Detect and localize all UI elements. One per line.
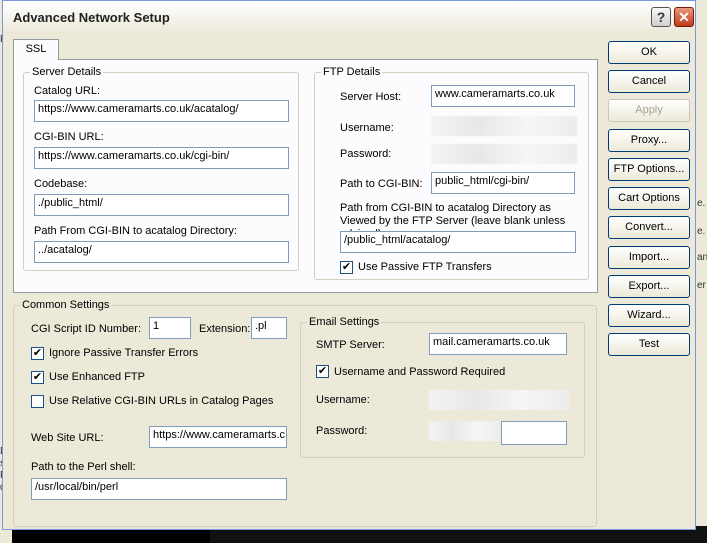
ftp-password-label: Password:: [340, 148, 392, 160]
extension-label: Extension:: [199, 323, 251, 335]
ftp-details-legend: FTP Details: [323, 66, 381, 78]
use-enhanced-ftp-label: Use Enhanced FTP: [49, 371, 145, 383]
background-logo-fragment: [225, 528, 435, 543]
convert-button[interactable]: Convert...: [608, 216, 690, 239]
question-mark-icon: ?: [656, 9, 666, 25]
web-site-url-input[interactable]: https://www.cameramarts.c: [149, 426, 287, 448]
email-password-label: Password:: [316, 425, 368, 437]
email-username-input-redacted[interactable]: [429, 390, 569, 410]
path-to-cgi-bin-label: Path to CGI-BIN:: [340, 178, 423, 190]
server-host-label: Server Host:: [340, 91, 402, 103]
ignore-passive-label: Ignore Passive Transfer Errors: [49, 347, 199, 359]
path-cgi-to-catalog-ftp-input[interactable]: /public_html/acatalog/: [340, 231, 576, 253]
cgi-bin-url-label: CGI-BIN URL:: [34, 131, 104, 143]
email-password-blur-redacted: [429, 421, 501, 441]
test-button[interactable]: Test: [608, 333, 690, 356]
web-site-url-label: Web Site URL:: [31, 432, 104, 444]
close-x-icon: ✕: [678, 9, 690, 25]
tab-ssl[interactable]: SSL: [13, 39, 59, 60]
export-button[interactable]: Export...: [608, 275, 690, 298]
use-passive-label: Use Passive FTP Transfers: [358, 261, 492, 273]
ignore-passive-checkbox[interactable]: ✔: [31, 347, 44, 360]
perl-shell-input[interactable]: /usr/local/bin/perl: [31, 478, 287, 500]
smtp-server-label: SMTP Server:: [316, 339, 385, 351]
cancel-button[interactable]: Cancel: [608, 70, 690, 93]
background-text-fragment: er: [697, 280, 706, 291]
ftp-username-input-redacted[interactable]: [431, 116, 577, 136]
cgi-bin-url-input[interactable]: https://www.cameramarts.co.uk/cgi-bin/: [34, 147, 289, 169]
catalog-url-input[interactable]: https://www.cameramarts.co.uk/acatalog/: [34, 100, 289, 122]
server-details-legend: Server Details: [32, 66, 102, 78]
wizard-button[interactable]: Wizard...: [608, 304, 690, 327]
checkmark-icon: ✔: [317, 365, 328, 377]
codebase-input[interactable]: ./public_html/: [34, 194, 289, 216]
path-cgi-to-catalog-label: Path From CGI-BIN to acatalog Directory:: [34, 225, 237, 237]
checkmark-icon: ✔: [341, 261, 352, 273]
background-text-fragment: an: [697, 252, 707, 263]
cgi-script-id-input[interactable]: 1: [149, 317, 191, 339]
email-settings-legend: Email Settings: [309, 316, 380, 328]
use-relative-cgi-checkbox[interactable]: [31, 395, 44, 408]
cgi-script-id-label: CGI Script ID Number:: [31, 323, 142, 335]
close-button[interactable]: ✕: [674, 7, 694, 27]
proxy-button[interactable]: Proxy...: [608, 129, 690, 152]
path-cgi-to-catalog-input[interactable]: ../acatalog/: [34, 241, 289, 263]
common-settings-legend: Common Settings: [22, 299, 110, 311]
email-password-input[interactable]: [501, 421, 567, 445]
use-passive-checkbox[interactable]: ✔: [340, 261, 353, 274]
auth-required-label: Username and Password Required: [334, 366, 506, 378]
ftp-password-input-redacted[interactable]: [431, 144, 577, 164]
ftp-username-label: Username:: [340, 122, 394, 134]
help-button[interactable]: ?: [651, 7, 671, 27]
background-text-fragment: e.: [697, 226, 706, 237]
auth-required-checkbox[interactable]: ✔: [316, 365, 329, 378]
title-bar[interactable]: Advanced Network Setup ? ✕: [3, 1, 695, 33]
smtp-server-input[interactable]: mail.cameramarts.co.uk: [429, 333, 567, 355]
use-relative-cgi-label: Use Relative CGI-BIN URLs in Catalog Pag…: [49, 395, 274, 407]
ok-button[interactable]: OK: [608, 41, 690, 64]
catalog-url-label: Catalog URL:: [34, 85, 101, 97]
apply-button[interactable]: Apply: [608, 99, 690, 122]
path-to-cgi-bin-input[interactable]: public_html/cgi-bin/: [431, 172, 575, 194]
extension-input[interactable]: .pl: [251, 317, 287, 339]
advanced-network-setup-dialog: Advanced Network Setup ? ✕ SSL Server De…: [2, 0, 696, 530]
cart-options-button[interactable]: Cart Options: [608, 187, 690, 210]
window-title: Advanced Network Setup: [13, 10, 170, 25]
checkmark-icon: ✔: [32, 347, 43, 359]
checkmark-icon: ✔: [32, 371, 43, 383]
codebase-label: Codebase:: [34, 178, 88, 190]
background-text-fragment: e.: [697, 198, 706, 209]
import-button[interactable]: Import...: [608, 246, 690, 269]
perl-shell-label: Path to the Perl shell:: [31, 461, 136, 473]
use-enhanced-ftp-checkbox[interactable]: ✔: [31, 371, 44, 384]
email-username-label: Username:: [316, 394, 370, 406]
server-host-input[interactable]: www.cameramarts.co.uk: [431, 85, 575, 107]
ftp-options-button[interactable]: FTP Options...: [608, 158, 690, 181]
